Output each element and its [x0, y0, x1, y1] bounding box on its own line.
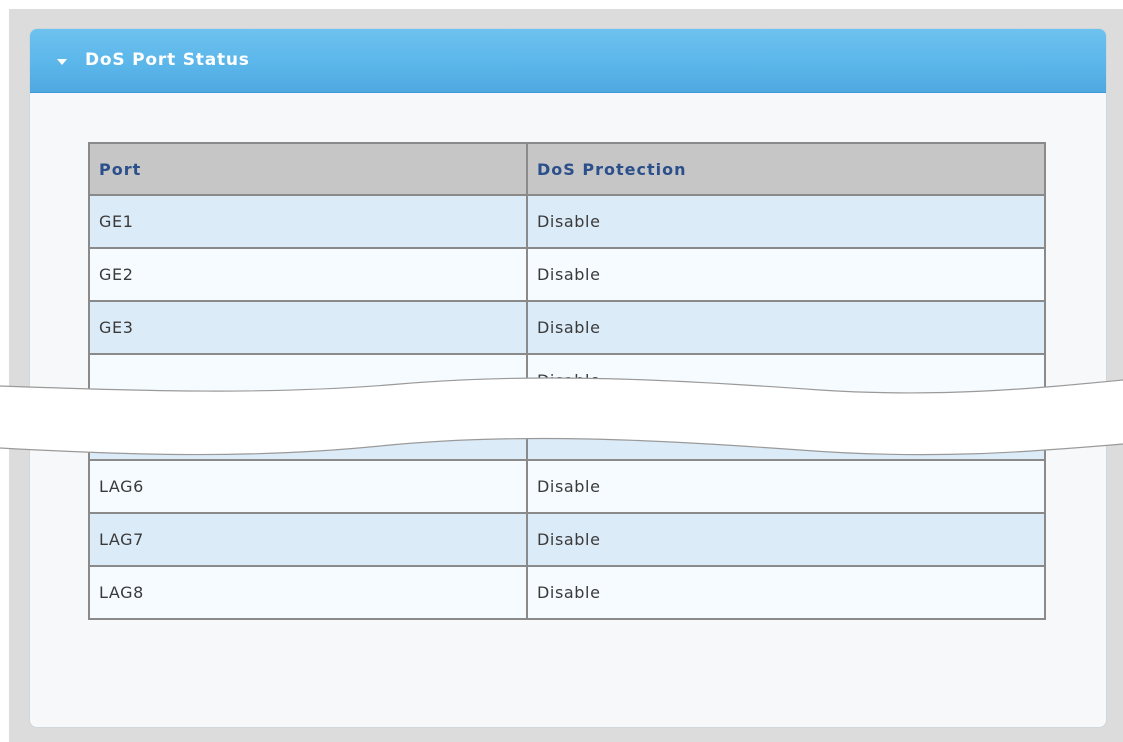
- protection-cell: Disable: [526, 565, 1046, 620]
- port-cell: GE1: [88, 194, 528, 249]
- port-cell: [88, 353, 528, 408]
- triangle-down-icon[interactable]: [57, 59, 67, 65]
- protection-cell: Disable: [526, 300, 1046, 355]
- protection-cell: Disable: [526, 406, 1046, 461]
- protection-cell: Disable: [526, 512, 1046, 567]
- table-row: GE3 Disable: [88, 300, 1046, 355]
- port-cell: LAG6: [88, 459, 528, 514]
- table-row: GE2 Disable: [88, 247, 1046, 302]
- protection-cell: Disable: [526, 353, 1046, 408]
- port-cell: LAG5: [88, 406, 528, 461]
- table-row: GE1 Disable: [88, 194, 1046, 249]
- table-row: LAG8 Disable: [88, 565, 1046, 620]
- table-row: Disable: [88, 353, 1046, 408]
- protection-cell: Disable: [526, 459, 1046, 514]
- port-cell: LAG7: [88, 512, 528, 567]
- port-cell: GE3: [88, 300, 528, 355]
- panel-title: DoS Port Status: [85, 50, 250, 70]
- dos-port-status-table: Port DoS Protection GE1 Disable GE2 Disa…: [88, 142, 1046, 620]
- column-header-dos-protection: DoS Protection: [526, 142, 1046, 196]
- table-row: LAG7 Disable: [88, 512, 1046, 567]
- column-header-port: Port: [88, 142, 528, 196]
- panel-header[interactable]: DoS Port Status: [30, 29, 1106, 93]
- table-row: LAG6 Disable: [88, 459, 1046, 514]
- port-cell: GE2: [88, 247, 528, 302]
- table-header-row: Port DoS Protection: [88, 142, 1046, 196]
- port-cell: LAG8: [88, 565, 528, 620]
- protection-cell: Disable: [526, 247, 1046, 302]
- table-row: LAG5 Disable: [88, 406, 1046, 461]
- protection-cell: Disable: [526, 194, 1046, 249]
